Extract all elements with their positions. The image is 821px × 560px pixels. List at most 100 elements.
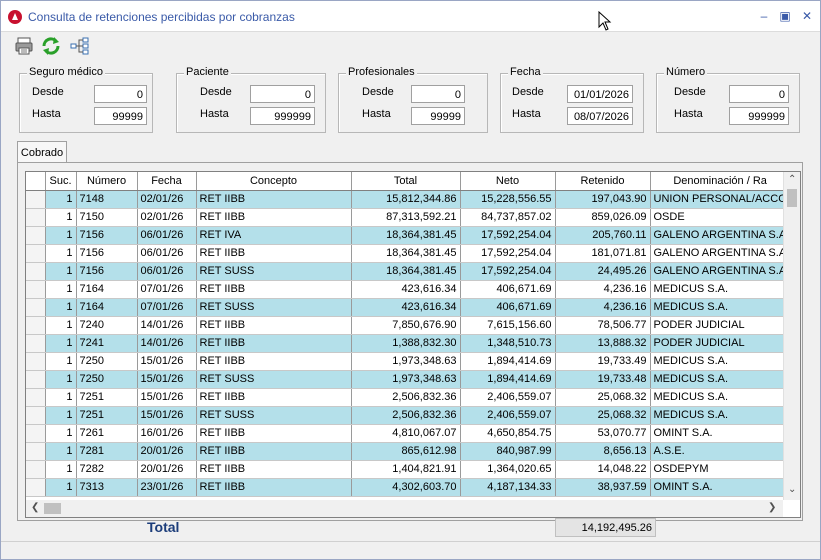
cell-denominacion[interactable]: UNION PERSONAL/ACCO	[650, 190, 791, 209]
cell-denominacion[interactable]: A.S.E.	[650, 442, 791, 461]
horizontal-scrollbar[interactable]: ❮ ❯	[26, 500, 783, 517]
cell-concepto[interactable]: RET IIBB	[196, 244, 352, 263]
cell-neto[interactable]: 406,671.69	[460, 298, 556, 317]
cell-numero[interactable]: 7164	[76, 298, 138, 317]
cell-neto[interactable]: 2,406,559.07	[460, 406, 556, 425]
table-row[interactable]: 1 7251 15/01/26 RET SUSS 2,506,832.36 2,406,5…	[26, 406, 791, 425]
cell-concepto[interactable]: RET IIBB	[196, 352, 352, 371]
numero-desde-input[interactable]: 0	[729, 85, 789, 103]
cell-suc[interactable]: 1	[45, 262, 77, 281]
col-header-neto[interactable]: Neto	[460, 172, 556, 191]
cell-suc[interactable]: 1	[45, 280, 77, 299]
cell-suc[interactable]: 1	[45, 370, 77, 389]
cell-numero[interactable]: 7150	[76, 208, 138, 227]
cell-retenido[interactable]: 24,495.26	[555, 262, 651, 281]
cell-denominacion[interactable]: MEDICUS S.A.	[650, 406, 791, 425]
cell-total[interactable]: 1,404,821.91	[351, 460, 461, 479]
cell-total[interactable]: 18,364,381.45	[351, 244, 461, 263]
cell-neto[interactable]: 4,187,134.33	[460, 478, 556, 497]
cell-retenido[interactable]: 53,070.77	[555, 424, 651, 443]
cell-total[interactable]: 18,364,381.45	[351, 226, 461, 245]
scroll-left-icon[interactable]: ❮	[31, 502, 39, 513]
cell-denominacion[interactable]: GALENO ARGENTINA S.A	[650, 244, 791, 263]
cell-neto[interactable]: 7,615,156.60	[460, 316, 556, 335]
cell-concepto[interactable]: RET SUSS	[196, 406, 352, 425]
cell-total[interactable]: 1,973,348.63	[351, 370, 461, 389]
col-header-fecha[interactable]: Fecha	[137, 172, 197, 191]
table-row[interactable]: 1 7251 15/01/26 RET IIBB 2,506,832.36 2,406,5…	[26, 388, 791, 407]
cell-concepto[interactable]: RET IIBB	[196, 478, 352, 497]
cell-concepto[interactable]: RET IIBB	[196, 316, 352, 335]
cell-retenido[interactable]: 197,043.90	[555, 190, 651, 209]
cell-denominacion[interactable]: MEDICUS S.A.	[650, 370, 791, 389]
fecha-desde-input[interactable]: 01/01/2026	[567, 85, 633, 103]
table-row[interactable]: 1 7156 06/01/26 RET IVA 18,364,381.45 17,592,…	[26, 226, 791, 245]
cell-suc[interactable]: 1	[45, 460, 77, 479]
row-indicator[interactable]	[26, 244, 46, 263]
cell-total[interactable]: 18,364,381.45	[351, 262, 461, 281]
row-indicator[interactable]	[26, 208, 46, 227]
cell-retenido[interactable]: 205,760.11	[555, 226, 651, 245]
cell-total[interactable]: 1,973,348.63	[351, 352, 461, 371]
seguro-desde-input[interactable]: 0	[94, 85, 147, 103]
cell-suc[interactable]: 1	[45, 190, 77, 209]
cell-numero[interactable]: 7261	[76, 424, 138, 443]
table-row[interactable]: 1 7250 15/01/26 RET SUSS 1,973,348.63 1,894,4…	[26, 370, 791, 389]
table-row[interactable]: 1 7148 02/01/26 RET IIBB 15,812,344.86 15,228…	[26, 190, 791, 209]
cell-concepto[interactable]: RET IIBB	[196, 388, 352, 407]
cell-suc[interactable]: 1	[45, 424, 77, 443]
cell-denominacion[interactable]: OSDE	[650, 208, 791, 227]
table-row[interactable]: 1 7282 20/01/26 RET IIBB 1,404,821.91 1,364,0…	[26, 460, 791, 479]
col-header-total[interactable]: Total	[351, 172, 461, 191]
cell-numero[interactable]: 7156	[76, 226, 138, 245]
cell-neto[interactable]: 2,406,559.07	[460, 388, 556, 407]
cell-numero[interactable]: 7282	[76, 460, 138, 479]
cell-concepto[interactable]: RET IIBB	[196, 442, 352, 461]
row-indicator[interactable]	[26, 316, 46, 335]
cell-suc[interactable]: 1	[45, 334, 77, 353]
table-row[interactable]: 1 7281 20/01/26 RET IIBB 865,612.98 840,987.9…	[26, 442, 791, 461]
cell-fecha[interactable]: 06/01/26	[137, 262, 197, 281]
cell-denominacion[interactable]: PODER JUDICIAL	[650, 316, 791, 335]
cell-fecha[interactable]: 15/01/26	[137, 370, 197, 389]
col-header-denominacion[interactable]: Denominación / Ra	[650, 172, 791, 191]
row-indicator[interactable]	[26, 226, 46, 245]
col-header-numero[interactable]: Número	[76, 172, 138, 191]
cell-fecha[interactable]: 14/01/26	[137, 334, 197, 353]
cell-suc[interactable]: 1	[45, 478, 77, 497]
cell-concepto[interactable]: RET IIBB	[196, 208, 352, 227]
cell-concepto[interactable]: RET SUSS	[196, 262, 352, 281]
table-row[interactable]: 1 7240 14/01/26 RET IIBB 7,850,676.90 7,615,1…	[26, 316, 791, 335]
cell-numero[interactable]: 7281	[76, 442, 138, 461]
cell-retenido[interactable]: 4,236.16	[555, 280, 651, 299]
cell-fecha[interactable]: 07/01/26	[137, 280, 197, 299]
cell-denominacion[interactable]: GALENO ARGENTINA S.A	[650, 226, 791, 245]
scroll-up-icon[interactable]: ⌃	[788, 174, 796, 185]
col-header-suc[interactable]: Suc.	[45, 172, 77, 191]
cell-concepto[interactable]: RET IIBB	[196, 424, 352, 443]
cell-retenido[interactable]: 25,068.32	[555, 388, 651, 407]
tab-cobrado[interactable]: Cobrado	[17, 141, 67, 164]
cell-total[interactable]: 423,616.34	[351, 298, 461, 317]
cell-concepto[interactable]: RET IIBB	[196, 334, 352, 353]
cell-denominacion[interactable]: GALENO ARGENTINA S.A	[650, 262, 791, 281]
cell-concepto[interactable]: RET IVA	[196, 226, 352, 245]
restore-button[interactable]: ▣	[776, 7, 794, 25]
cell-total[interactable]: 2,506,832.36	[351, 406, 461, 425]
cell-retenido[interactable]: 8,656.13	[555, 442, 651, 461]
fecha-hasta-input[interactable]: 08/07/2026	[567, 107, 633, 125]
cell-neto[interactable]: 4,650,854.75	[460, 424, 556, 443]
cell-neto[interactable]: 17,592,254.04	[460, 226, 556, 245]
cell-suc[interactable]: 1	[45, 244, 77, 263]
cell-suc[interactable]: 1	[45, 388, 77, 407]
refresh-icon[interactable]	[40, 35, 62, 57]
cell-fecha[interactable]: 20/01/26	[137, 460, 197, 479]
cell-total[interactable]: 865,612.98	[351, 442, 461, 461]
scroll-right-icon[interactable]: ❯	[768, 502, 776, 513]
cell-fecha[interactable]: 07/01/26	[137, 298, 197, 317]
cell-neto[interactable]: 1,894,414.69	[460, 370, 556, 389]
cell-total[interactable]: 4,810,067.07	[351, 424, 461, 443]
table-row[interactable]: 1 7164 07/01/26 RET SUSS 423,616.34 406,671.6…	[26, 298, 791, 317]
cell-retenido[interactable]: 19,733.49	[555, 352, 651, 371]
cell-total[interactable]: 7,850,676.90	[351, 316, 461, 335]
